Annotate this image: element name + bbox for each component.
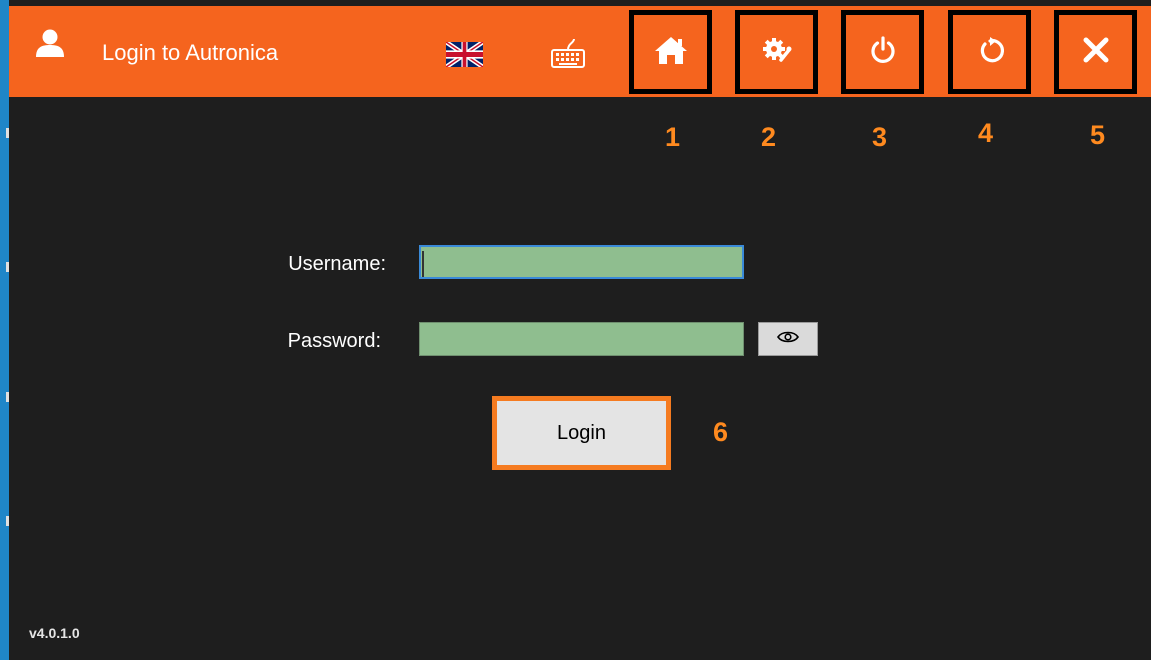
close-button[interactable] [1054, 10, 1137, 94]
show-password-button[interactable] [758, 322, 818, 356]
version-label: v4.0.1.0 [29, 625, 80, 641]
home-button[interactable] [629, 10, 712, 94]
login-window: Login to Autronica 1 2 3 4 5 Username: P… [9, 0, 1151, 660]
restart-icon [976, 36, 1004, 69]
window-left-edge [0, 0, 9, 660]
power-icon [869, 35, 897, 69]
eye-icon [777, 330, 799, 349]
callout-5: 5 [1090, 120, 1106, 150]
power-button[interactable] [841, 10, 924, 94]
username-label: Username: [288, 253, 386, 275]
login-button-label: Login [557, 421, 606, 444]
keyboard-icon[interactable] [550, 37, 586, 74]
callout-1: 1 [665, 122, 681, 152]
window-title: Login to Autronica [102, 40, 279, 65]
password-label: Password: [287, 330, 381, 352]
login-button[interactable]: Login [492, 396, 671, 470]
gear-wrench-icon [762, 36, 792, 69]
header-bar: Login to Autronica [9, 6, 1151, 97]
callout-2: 2 [761, 122, 777, 152]
callout-3: 3 [872, 122, 888, 152]
text-caret [422, 251, 424, 277]
username-field[interactable] [419, 245, 744, 279]
close-icon [1082, 36, 1110, 69]
callout-6: 6 [713, 417, 729, 447]
uk-flag-icon[interactable] [445, 39, 484, 70]
callout-4: 4 [978, 118, 994, 148]
restart-button[interactable] [948, 10, 1031, 94]
home-icon [654, 35, 688, 70]
settings-button[interactable] [735, 10, 818, 94]
user-icon [35, 28, 65, 63]
password-field[interactable] [419, 322, 744, 356]
